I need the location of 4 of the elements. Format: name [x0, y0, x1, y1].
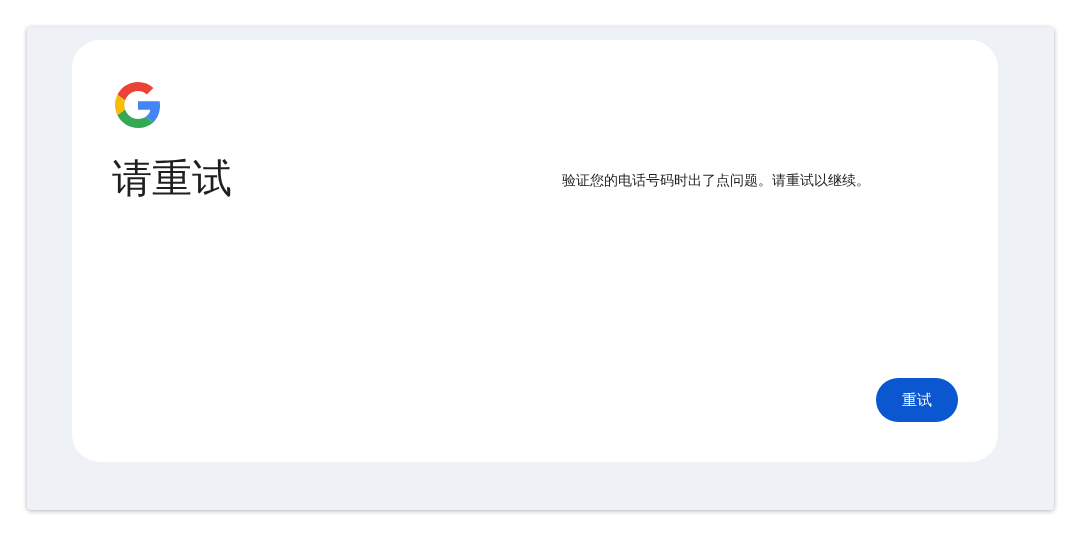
dialog-title: 请重试 [112, 154, 232, 202]
message-text: 验证您的电话号码时出了点问题。请重试以继续。 [562, 171, 871, 190]
retry-button[interactable]: 重试 [876, 378, 958, 422]
logo-icon [115, 82, 161, 128]
